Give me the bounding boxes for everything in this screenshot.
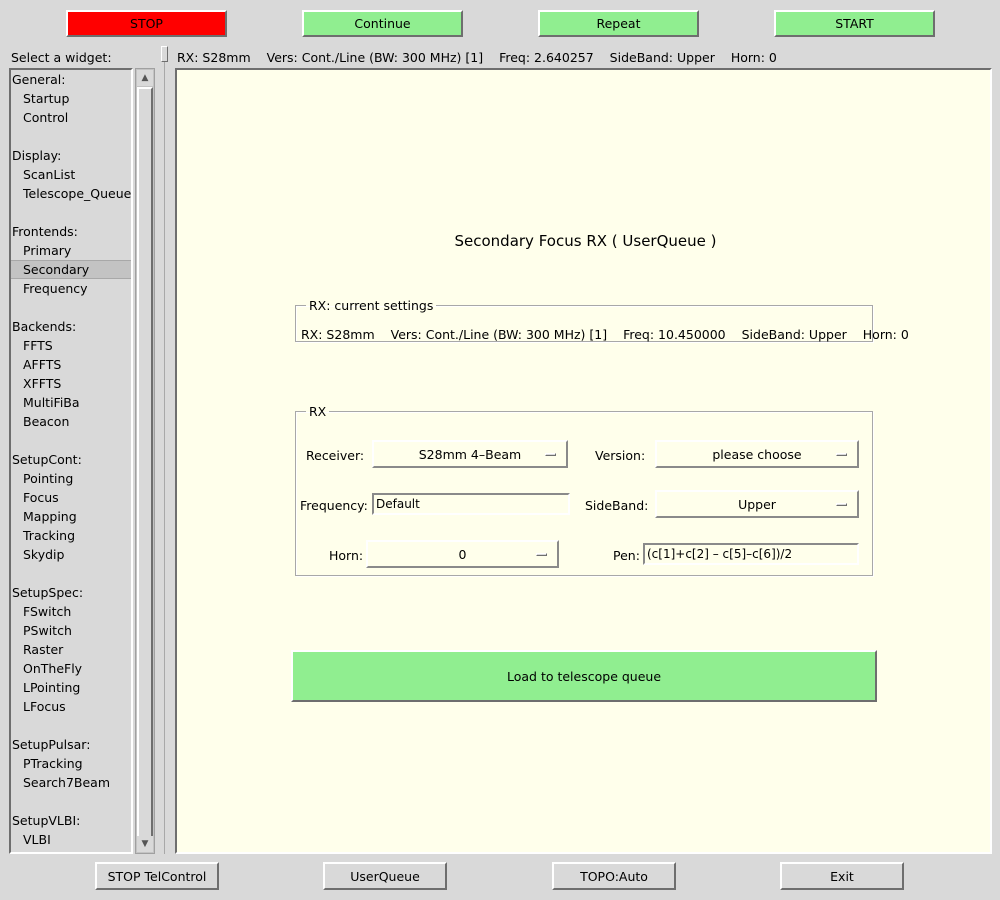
list-item-multifiba[interactable]: MultiFiBa <box>11 393 131 412</box>
continue-button[interactable]: Continue <box>302 10 463 37</box>
version-value: please choose <box>712 446 802 462</box>
list-item-tracking[interactable]: Tracking <box>11 526 131 545</box>
current-horn: Horn: 0 <box>862 327 909 342</box>
list-item-ptracking[interactable]: PTracking <box>11 754 131 773</box>
list-item-skydip[interactable]: Skydip <box>11 545 131 564</box>
list-item-fswitch[interactable]: FSwitch <box>11 602 131 621</box>
status-frequency: Freq: 2.640257 <box>499 50 594 65</box>
status-version: Vers: Cont./Line (BW: 300 MHz) [1] <box>266 50 484 65</box>
scroll-up-arrow-icon[interactable]: ▲ <box>137 70 153 86</box>
horn-value: 0 <box>458 546 467 562</box>
rx-settings-legend: RX <box>309 404 327 419</box>
status-rx: RX: S28mm <box>177 50 251 65</box>
list-item-secondary[interactable]: Secondary <box>11 260 131 279</box>
list-item-vlbi[interactable]: VLBI <box>11 830 131 849</box>
list-item-pswitch[interactable]: PSwitch <box>11 621 131 640</box>
list-item-ffts[interactable]: FFTS <box>11 336 131 355</box>
sideband-dropdown[interactable]: Upper <box>655 490 859 518</box>
current-settings-group: RX: current settings RX: S28mm Vers: Con… <box>295 298 909 342</box>
list-item-frequency[interactable]: Frequency <box>11 279 131 298</box>
group-header-setupvlbi: SetupVLBI: <box>12 813 81 828</box>
frequency-input[interactable]: Default <box>372 493 570 515</box>
load-to-queue-button[interactable]: Load to telescope queue <box>291 650 877 702</box>
receiver-label: Receiver: <box>306 448 365 463</box>
sideband-label: SideBand: <box>585 498 649 513</box>
group-header-setupcont: SetupCont: <box>12 452 82 467</box>
frequency-label: Frequency: <box>300 498 368 513</box>
list-item-onthefly[interactable]: OnTheFly <box>11 659 131 678</box>
repeat-button[interactable]: Repeat <box>538 10 699 37</box>
list-item-search7beam[interactable]: Search7Beam <box>11 773 131 792</box>
group-header-display: Display: <box>12 148 62 163</box>
status-sideband: SideBand: Upper <box>609 50 715 65</box>
pane-sash-handle[interactable] <box>161 46 168 62</box>
pen-input[interactable]: (c[1]+c[2] – c[5]–c[6])/2 <box>643 543 859 565</box>
group-header-setupspec: SetupSpec: <box>12 585 84 600</box>
start-button[interactable]: START <box>774 10 935 37</box>
scrollbar-thumb[interactable] <box>137 87 153 839</box>
list-item-mapping[interactable]: Mapping <box>11 507 131 526</box>
dropdown-indicator-icon <box>836 453 847 456</box>
status-horn: Horn: 0 <box>730 50 777 65</box>
current-version: Vers: Cont./Line (BW: 300 MHz) [1] <box>390 327 608 342</box>
list-item-scanlist[interactable]: ScanList <box>11 165 131 184</box>
status-line: RX: S28mm Vers: Cont./Line (BW: 300 MHz)… <box>177 50 789 65</box>
group-header-general: General: <box>12 72 66 87</box>
version-dropdown[interactable]: please choose <box>655 440 859 468</box>
topo-auto-button[interactable]: TOPO:Auto <box>552 862 676 890</box>
rx-settings-group: RX Receiver: S28mm 4–Beam Version: pleas… <box>295 404 873 576</box>
widget-list: General: Startup Control Display: ScanLi… <box>9 68 133 854</box>
horn-dropdown[interactable]: 0 <box>366 540 559 568</box>
stop-telcontrol-button[interactable]: STOP TelControl <box>95 862 219 890</box>
list-item-pointing[interactable]: Pointing <box>11 469 131 488</box>
list-item-lpointing[interactable]: LPointing <box>11 678 131 697</box>
list-item-beacon[interactable]: Beacon <box>11 412 131 431</box>
current-sideband: SideBand: Upper <box>741 327 847 342</box>
list-item-control[interactable]: Control <box>11 108 131 127</box>
list-item-raster[interactable]: Raster <box>11 640 131 659</box>
group-header-backends: Backends: <box>12 319 77 334</box>
stop-button[interactable]: STOP <box>66 10 227 37</box>
horn-label: Horn: <box>329 548 364 563</box>
page-title: Secondary Focus RX ( UserQueue ) <box>454 232 717 250</box>
sideband-value: Upper <box>738 496 776 512</box>
userqueue-button[interactable]: UserQueue <box>323 862 447 890</box>
group-header-setuppulsar: SetupPulsar: <box>12 737 91 752</box>
list-item-affts[interactable]: AFFTS <box>11 355 131 374</box>
list-item-focus[interactable]: Focus <box>11 488 131 507</box>
current-frequency: Freq: 10.450000 <box>623 327 726 342</box>
list-item-xffts[interactable]: XFFTS <box>11 374 131 393</box>
exit-button[interactable]: Exit <box>780 862 904 890</box>
list-item-telescope-queue[interactable]: Telescope_Queue <box>11 184 131 203</box>
pen-label: Pen: <box>613 548 640 563</box>
list-item-lfocus[interactable]: LFocus <box>11 697 131 716</box>
pane-divider <box>164 62 165 854</box>
version-label: Version: <box>595 448 646 463</box>
list-item-primary[interactable]: Primary <box>11 241 131 260</box>
dropdown-indicator-icon <box>536 553 547 556</box>
dropdown-indicator-icon <box>836 503 847 506</box>
receiver-dropdown[interactable]: S28mm 4–Beam <box>372 440 568 468</box>
receiver-value: S28mm 4–Beam <box>418 446 522 462</box>
scroll-down-arrow-icon[interactable]: ▼ <box>137 836 153 852</box>
group-header-frontends: Frontends: <box>12 224 78 239</box>
widget-selector-label: Select a widget: <box>11 50 112 65</box>
main-panel: Secondary Focus RX ( UserQueue ) RX: cur… <box>175 68 992 854</box>
widget-list-scrollbar[interactable]: ▲ ▼ <box>135 68 155 854</box>
current-settings-legend: RX: current settings <box>309 298 434 313</box>
dropdown-indicator-icon <box>545 453 556 456</box>
current-rx: RX: S28mm <box>301 327 375 342</box>
list-item-startup[interactable]: Startup <box>11 89 131 108</box>
